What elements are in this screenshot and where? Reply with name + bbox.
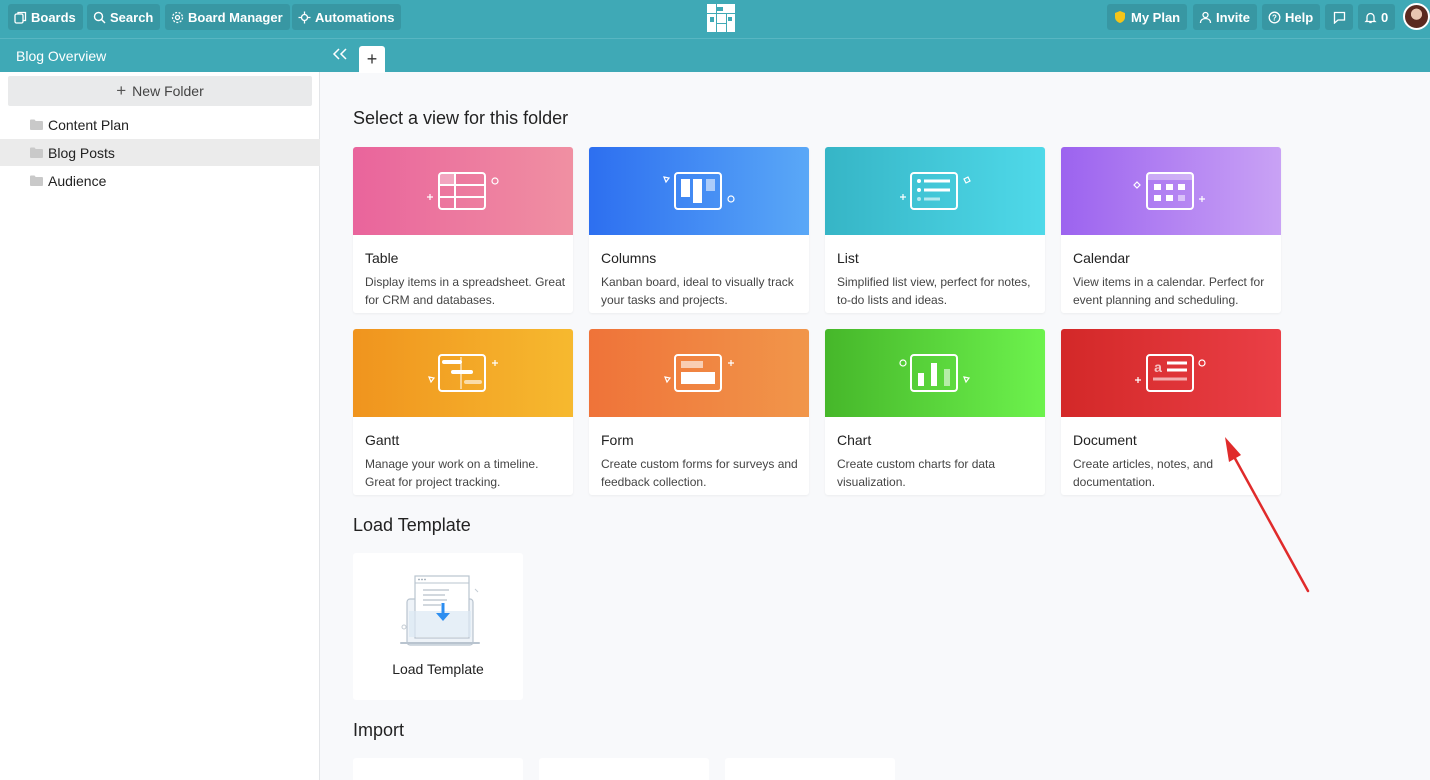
view-card-name: Table — [365, 250, 399, 266]
bell-icon — [1364, 12, 1377, 23]
boards-icon — [14, 11, 27, 24]
user-icon — [1199, 11, 1212, 23]
view-card-desc: Create custom forms for surveys and feed… — [601, 457, 798, 489]
board-header: Blog Overview + — [0, 38, 1430, 73]
my-plan-label: My Plan — [1131, 9, 1181, 25]
template-section-title: Load Template — [353, 515, 471, 535]
search-button[interactable]: Search — [87, 4, 161, 30]
comments-button[interactable] — [1325, 4, 1353, 30]
sidebar-folder-audience[interactable]: Audience — [0, 167, 320, 194]
list-banner — [825, 147, 1045, 235]
boards-label: Boards — [31, 9, 76, 25]
automations-icon — [298, 11, 311, 23]
invite-button[interactable]: Invite — [1193, 4, 1257, 30]
view-card-list[interactable]: List Simplified list view, perfect for n… — [825, 147, 1045, 313]
document-icon: a — [1135, 354, 1206, 392]
view-card-columns[interactable]: Columns Kanban board, ideal to visually … — [589, 147, 809, 313]
gantt-icon — [428, 354, 498, 392]
shield-icon — [1115, 11, 1125, 23]
view-card-chart[interactable]: Chart Create custom charts for data visu… — [825, 329, 1045, 495]
columns-banner — [589, 147, 809, 235]
calendar-banner — [1061, 147, 1281, 235]
document-banner: a — [1061, 329, 1281, 417]
view-card-name: Gantt — [365, 432, 400, 448]
table-banner — [353, 147, 573, 235]
top-bar: Boards Search Board Manager Automations … — [0, 0, 1430, 38]
search-label: Search — [110, 9, 154, 25]
form-banner — [589, 329, 809, 417]
board-manager-button[interactable]: Board Manager — [165, 4, 290, 30]
view-card-gantt[interactable]: Gantt Manage your work on a timeline. Gr… — [353, 329, 573, 495]
import-option-card[interactable] — [725, 758, 895, 780]
annotation-arrow-icon — [1225, 437, 1310, 593]
help-icon: ? — [1268, 11, 1281, 23]
help-label: Help — [1285, 9, 1314, 25]
collapse-sidebar-icon[interactable] — [332, 47, 348, 61]
my-plan-button[interactable]: My Plan — [1107, 4, 1188, 30]
svg-text:a: a — [1154, 359, 1162, 375]
chart-banner — [825, 329, 1045, 417]
view-card-name: List — [837, 250, 859, 266]
folder-label: Blog Posts — [48, 144, 115, 161]
add-view-tab-button[interactable]: + — [359, 46, 385, 73]
view-card-name: Form — [601, 432, 634, 448]
form-icon — [664, 354, 734, 392]
view-card-calendar[interactable]: Calendar View items in a calendar. Perfe… — [1061, 147, 1281, 313]
views-section-title: Select a view for this folder — [353, 108, 569, 128]
board-title: Blog Overview — [16, 48, 107, 64]
automations-button[interactable]: Automations — [292, 4, 402, 30]
notifications-count: 0 — [1381, 9, 1389, 25]
folder-icon — [30, 147, 43, 158]
gear-icon — [171, 11, 184, 23]
load-template-card[interactable]: Load Template — [353, 553, 523, 700]
comment-icon — [1333, 11, 1346, 24]
folder-icon — [30, 119, 43, 130]
folder-label: Audience — [48, 172, 107, 189]
svg-text:?: ? — [1272, 13, 1277, 22]
view-card-desc: Display items in a spreadsheet. Great fo… — [365, 275, 566, 307]
view-card-form[interactable]: Form Create custom forms for surveys and… — [589, 329, 809, 495]
help-button[interactable]: ? Help — [1262, 4, 1321, 30]
automations-label: Automations — [315, 9, 395, 25]
template-download-icon — [400, 575, 480, 646]
boards-button[interactable]: Boards — [8, 4, 83, 30]
user-avatar[interactable] — [1403, 3, 1430, 30]
view-card-name: Document — [1073, 432, 1137, 448]
board-manager-label: Board Manager — [188, 9, 283, 25]
new-folder-button[interactable]: + New Folder — [8, 76, 312, 106]
folder-label: Content Plan — [48, 116, 129, 133]
view-card-desc: Simplified list view, perfect for notes,… — [837, 275, 1031, 307]
sidebar: + New Folder Content Plan Blog Posts Aud… — [0, 72, 320, 780]
view-card-desc: Create custom charts for data visualizat… — [837, 457, 996, 489]
view-card-name: Columns — [601, 250, 657, 266]
plus-icon: + — [116, 81, 127, 100]
notifications-button[interactable]: 0 — [1358, 4, 1396, 30]
view-card-desc: Kanban board, ideal to visually track yo… — [601, 275, 794, 307]
new-folder-label: New Folder — [132, 83, 204, 99]
table-icon — [427, 172, 499, 210]
search-icon — [93, 11, 106, 23]
view-card-name: Calendar — [1073, 250, 1130, 266]
import-section-title: Import — [353, 720, 405, 740]
invite-label: Invite — [1216, 9, 1250, 25]
view-card-table[interactable]: Table Display items in a spreadsheet. Gr… — [353, 147, 573, 313]
sidebar-folder-content-plan[interactable]: Content Plan — [0, 111, 320, 138]
list-icon — [900, 172, 971, 210]
import-option-card[interactable] — [539, 758, 709, 780]
columns-icon — [663, 172, 735, 210]
folder-icon — [30, 175, 43, 186]
sidebar-folder-blog-posts[interactable]: Blog Posts — [0, 139, 320, 166]
chart-icon — [899, 354, 971, 392]
view-card-desc: Manage your work on a timeline. Great fo… — [365, 457, 539, 489]
calendar-icon — [1133, 172, 1205, 210]
view-card-desc: View items in a calendar. Perfect for ev… — [1073, 275, 1265, 307]
gantt-banner — [353, 329, 573, 417]
load-template-label: Load Template — [392, 661, 484, 677]
view-card-name: Chart — [837, 432, 872, 448]
import-option-card[interactable] — [353, 758, 523, 780]
app-logo-icon — [707, 4, 735, 32]
